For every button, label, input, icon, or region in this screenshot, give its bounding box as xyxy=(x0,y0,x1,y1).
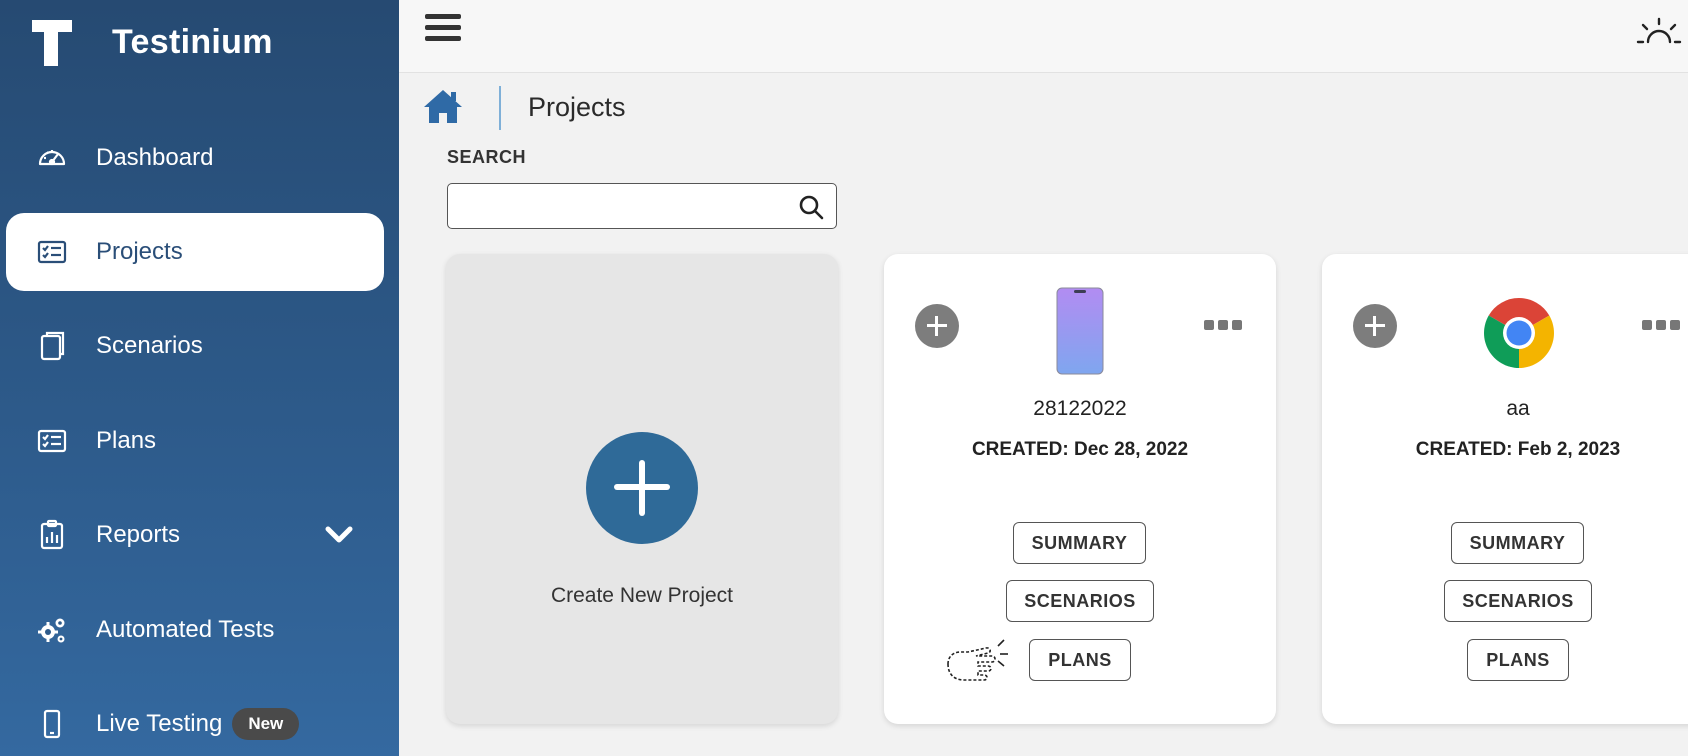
mobile-icon xyxy=(34,706,70,742)
search-input[interactable] xyxy=(448,184,788,226)
summary-button[interactable]: SUMMARY xyxy=(1013,522,1146,564)
sidebar-item-label: Automated Tests xyxy=(96,616,275,643)
sidebar: Testinium Dashboard Projects Scenarios P… xyxy=(0,0,399,756)
sidebar-item-label: Scenarios xyxy=(96,332,203,359)
plans-button[interactable]: PLANS xyxy=(1467,639,1569,681)
clipboard-chart-icon xyxy=(34,517,70,553)
sidebar-item-label: Dashboard xyxy=(96,144,214,171)
pointing-hand-icon xyxy=(947,639,1008,681)
sidebar-item-label: Reports xyxy=(96,521,181,548)
sidebar-item-label: Live Testing xyxy=(96,710,223,737)
breadcrumb-separator xyxy=(499,86,501,130)
new-badge: New xyxy=(232,708,300,740)
sidebar-item-live-testing[interactable]: Live Testing New xyxy=(6,685,384,756)
chevron-down-icon[interactable] xyxy=(324,520,354,550)
scenarios-button[interactable]: SCENARIOS xyxy=(1444,580,1592,622)
sidebar-item-scenarios[interactable]: Scenarios xyxy=(6,307,384,385)
create-project-label: Create New Project xyxy=(550,584,734,607)
chrome-icon xyxy=(1484,298,1554,368)
add-icon[interactable] xyxy=(1353,304,1397,348)
search-field xyxy=(447,183,837,229)
sidebar-item-dashboard[interactable]: Dashboard xyxy=(6,119,384,197)
sidebar-item-reports[interactable]: Reports xyxy=(6,496,384,574)
add-icon[interactable] xyxy=(915,304,959,348)
more-options-icon[interactable] xyxy=(1204,320,1242,332)
search-label: SEARCH xyxy=(447,147,527,167)
gauge-icon xyxy=(34,140,70,176)
search-icon[interactable] xyxy=(798,194,824,220)
list-card-icon xyxy=(34,423,70,459)
brand[interactable]: Testinium xyxy=(30,14,273,70)
testinium-logo xyxy=(30,16,74,68)
sidebar-item-automated-tests[interactable]: Automated Tests xyxy=(6,591,384,669)
hamburger-menu-icon[interactable] xyxy=(425,14,461,48)
list-card-icon xyxy=(34,234,70,270)
mobile-phone-icon xyxy=(1056,287,1104,375)
sidebar-item-label: Projects xyxy=(96,238,183,265)
project-card: 28122022 CREATED: Dec 28, 2022 SUMMARY S… xyxy=(884,254,1276,724)
sidebar-item-projects[interactable]: Projects xyxy=(6,213,384,291)
sidebar-item-plans[interactable]: Plans xyxy=(6,402,384,480)
scenarios-button[interactable]: SCENARIOS xyxy=(1006,580,1154,622)
project-name: 28122022 xyxy=(1033,397,1127,420)
project-created-date: CREATED: Feb 2, 2023 xyxy=(1415,439,1621,460)
create-project-plus-button[interactable] xyxy=(586,432,698,544)
sidebar-item-label: Plans xyxy=(96,427,157,454)
plans-button[interactable]: PLANS xyxy=(1029,639,1131,681)
project-name: aa xyxy=(1506,397,1530,420)
more-options-icon[interactable] xyxy=(1642,320,1680,332)
top-bar xyxy=(399,0,1688,73)
gears-icon xyxy=(34,612,70,648)
project-created-date: CREATED: Dec 28, 2022 xyxy=(971,439,1189,460)
project-card: aa CREATED: Feb 2, 2023 SUMMARY SCENARIO… xyxy=(1322,254,1688,724)
page-title: Projects xyxy=(528,92,626,122)
brand-name: Testinium xyxy=(112,22,273,61)
home-icon[interactable] xyxy=(422,86,464,126)
sunrise-icon[interactable] xyxy=(1634,16,1684,50)
summary-button[interactable]: SUMMARY xyxy=(1451,522,1584,564)
create-project-card[interactable]: Create New Project xyxy=(446,254,838,724)
pages-icon xyxy=(34,328,70,364)
